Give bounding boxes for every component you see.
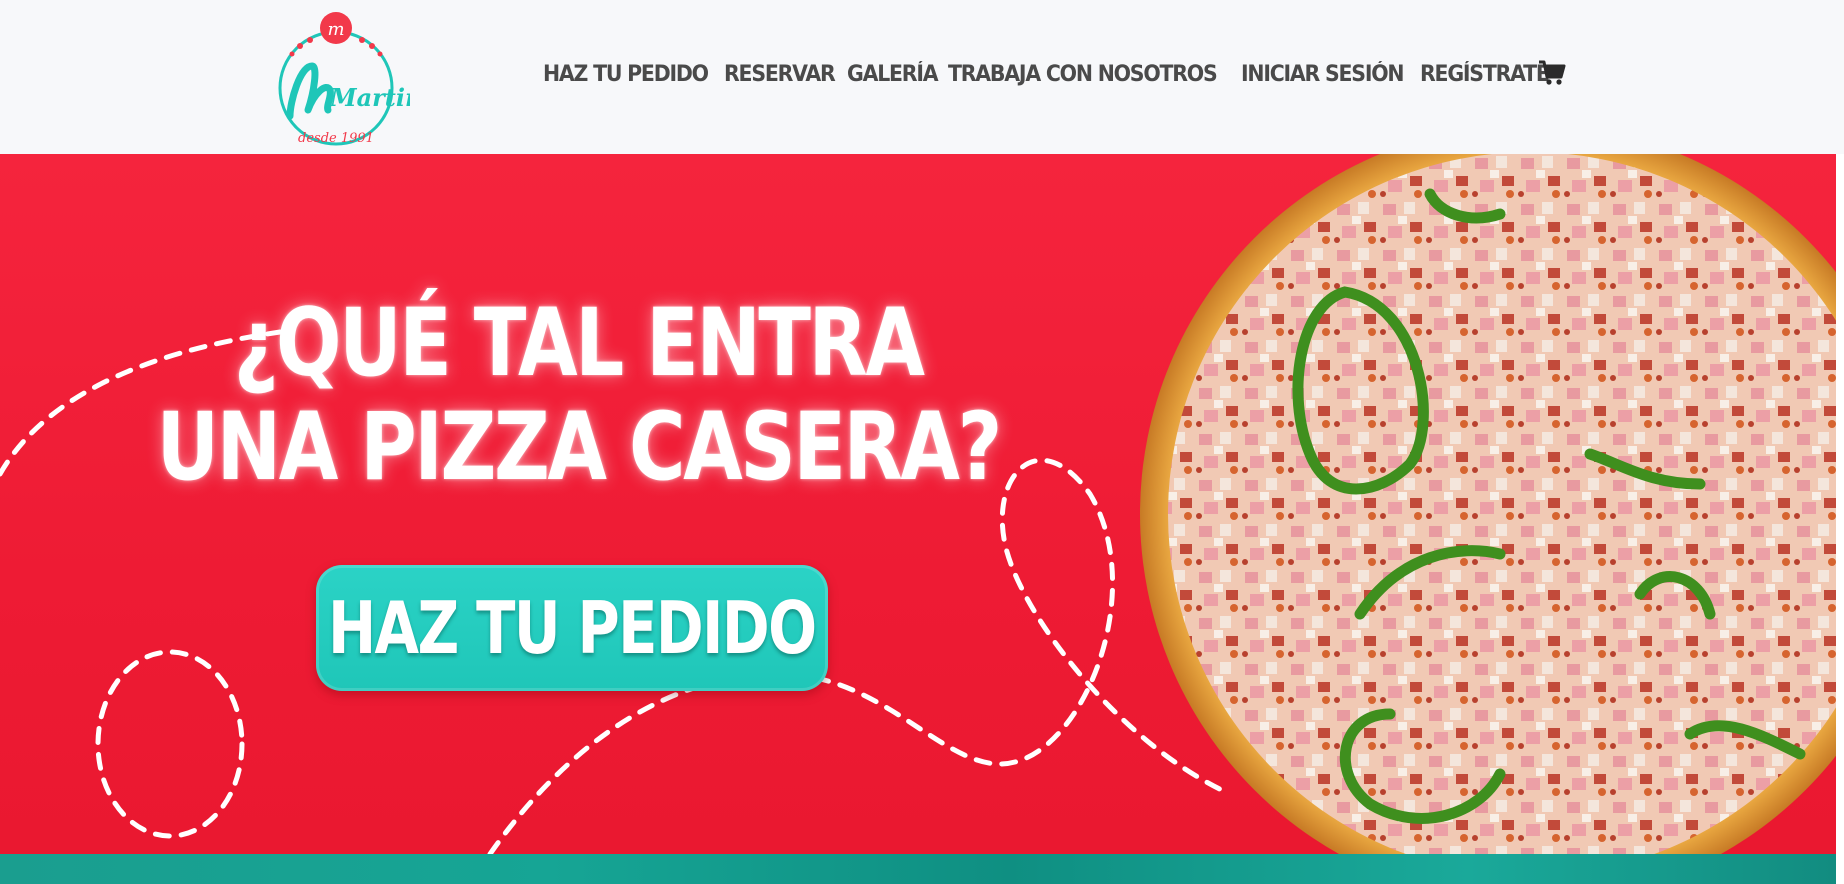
nav-item-register[interactable]: REGÍSTRATE <box>1420 62 1550 87</box>
page-scrollbar[interactable] <box>1836 154 1844 884</box>
martino-logo[interactable]: m Martino desde 1991 <box>262 6 410 148</box>
order-now-label: HAZ TU PEDIDO <box>328 586 817 670</box>
next-section-preview <box>0 854 1836 884</box>
main-nav: HAZ TU PEDIDO RESERVAR GALERÍA TRABAJA C… <box>543 56 1558 92</box>
logo-wordmark: Martino <box>329 83 410 112</box>
nav-item-login[interactable]: INICIAR SESIÓN <box>1241 62 1405 87</box>
shopping-cart-icon[interactable] <box>1538 60 1566 86</box>
nav-item-jobs[interactable]: TRABAJA CON NOSOTROS <box>948 62 1218 87</box>
site-header: m Martino desde 1991 HAZ TU PEDIDO RESER… <box>0 0 1844 154</box>
nav-item-gallery[interactable]: GALERÍA <box>847 62 939 87</box>
logo-tagline: desde 1991 <box>298 131 374 146</box>
hero-headline: ¿QUÉ TAL ENTRA UNA PIZZA CASERA? <box>103 292 1054 500</box>
hero-decoration <box>0 154 1836 854</box>
hero-headline-line1: ¿QUÉ TAL ENTRA <box>233 289 925 398</box>
nav-item-order[interactable]: HAZ TU PEDIDO <box>543 62 709 87</box>
svg-text:m: m <box>327 19 344 40</box>
hero-banner: ¿QUÉ TAL ENTRA UNA PIZZA CASERA? HAZ TU … <box>0 154 1836 854</box>
pizza-photo <box>1140 154 1836 854</box>
order-now-button[interactable]: HAZ TU PEDIDO <box>316 565 828 691</box>
hero-headline-line2: UNA PIZZA CASERA? <box>156 393 1003 502</box>
nav-item-reserve[interactable]: RESERVAR <box>724 62 836 87</box>
